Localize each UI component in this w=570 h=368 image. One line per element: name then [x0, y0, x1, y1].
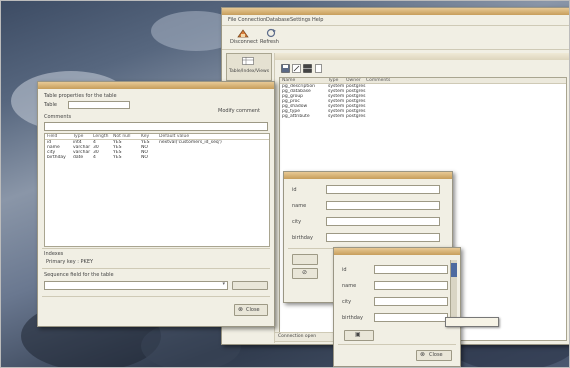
scrollbar-thumb[interactable] [451, 263, 457, 277]
record1-label-id: id [292, 187, 297, 193]
record2-separator [338, 344, 456, 345]
status-text: Connection open [278, 334, 317, 339]
table-icon [242, 57, 254, 65]
sequence-separator [42, 268, 270, 269]
indexes-label: Indexes [44, 251, 64, 257]
side-tab-label: Table/Index/Views [229, 69, 270, 74]
record-dialog-2: id name city birthday ▣ ⊗ Close [333, 247, 461, 367]
disconnect-button[interactable]: Disconnect [230, 27, 258, 47]
menu-connection[interactable]: Connection [238, 17, 266, 23]
modify-comment-button[interactable]: Modify comment [218, 108, 260, 114]
menu-settings[interactable]: Settings [290, 17, 311, 23]
record1-label-city: city [292, 219, 302, 225]
refresh-label: Refresh [260, 39, 279, 45]
record2-close-button[interactable]: ⊗ Close [416, 350, 452, 361]
footer-separator [42, 296, 270, 297]
close-label: Close [246, 307, 260, 313]
record2-label-city: city [342, 299, 352, 305]
content-titlebar [275, 53, 569, 60]
content-toolbar [281, 63, 361, 75]
close-icon: ⊗ [420, 351, 426, 358]
toolbar-separator [222, 49, 569, 50]
desktop: File Connection Database Settings Help D… [0, 0, 570, 368]
col-not-null[interactable]: Not null [113, 134, 141, 139]
save-icon[interactable] [281, 64, 290, 73]
col-length[interactable]: Length [93, 134, 113, 139]
col-field[interactable]: Field [45, 134, 73, 139]
record2-label-name: name [342, 283, 357, 289]
table-name-label: Table [44, 102, 57, 108]
menu-help[interactable]: Help [312, 17, 323, 23]
record2-field-birthday[interactable] [374, 313, 448, 322]
table-row[interactable]: pg_attribute system postgres [280, 114, 566, 119]
disconnect-icon [237, 29, 249, 38]
document-icon[interactable] [314, 64, 323, 73]
table-dialog-heading: Table properties for the table [44, 93, 117, 99]
record1-field-name[interactable] [326, 201, 440, 210]
col-key[interactable]: Key [141, 134, 159, 139]
sequence-select[interactable]: ▾ [44, 281, 228, 290]
record2-scrollbar[interactable] [450, 260, 457, 322]
chevron-down-icon: ▾ [222, 281, 225, 287]
sequence-label: Sequence field for the table [44, 272, 114, 278]
record1-label-name: name [292, 203, 307, 209]
record2-field-id[interactable] [374, 265, 448, 274]
record-dialog-1-titlebar[interactable] [284, 172, 452, 179]
primary-key-text: Primary key : PKEY [46, 259, 94, 265]
table-row[interactable]: birthday date 4 YES NO [45, 155, 269, 160]
record1-field-id[interactable] [326, 185, 440, 194]
menu-database[interactable]: Database [266, 17, 290, 23]
col-name[interactable]: Name [280, 78, 328, 83]
grid-icon[interactable] [303, 64, 312, 73]
col-owner[interactable]: Owner [346, 78, 366, 83]
cancel-icon: ⊘ [302, 269, 308, 276]
table-name-field[interactable] [68, 101, 130, 109]
comments-label: Comments [44, 114, 72, 120]
record1-cancel-button[interactable]: ⊘ [292, 268, 318, 279]
menu-separator [222, 25, 569, 26]
col-type[interactable]: Type [328, 78, 346, 83]
comments-field[interactable] [44, 122, 268, 131]
ok-icon: ▣ [355, 331, 361, 338]
col-comments[interactable]: Comments [366, 78, 406, 83]
record2-field-city[interactable] [374, 297, 448, 306]
refresh-icon [266, 28, 276, 38]
col-type[interactable]: Type [73, 134, 93, 139]
record2-field-name[interactable] [374, 281, 448, 290]
record1-label-birthday: birthday [292, 235, 313, 241]
record2-ok-button[interactable]: ▣ [344, 330, 374, 341]
record2-label-birthday: birthday [342, 315, 363, 321]
record2-close-label: Close [429, 352, 443, 358]
close-icon: ⊗ [238, 306, 244, 313]
record1-field-city[interactable] [326, 217, 440, 226]
close-button[interactable]: ⊗ Close [234, 304, 268, 316]
tooltip-popup [445, 317, 499, 327]
table-properties-dialog: Table properties for the table Table Mod… [37, 81, 275, 327]
disconnect-label: Disconnect [230, 39, 258, 45]
edit-icon[interactable] [292, 64, 301, 73]
fields-table[interactable]: Field Type Length Not null Key Default v… [44, 133, 270, 247]
record1-ok-button[interactable] [292, 254, 318, 265]
table-dialog-titlebar[interactable] [38, 82, 274, 89]
col-default[interactable]: Default value [159, 134, 239, 139]
side-tab-tables[interactable]: Table/Index/Views [226, 53, 272, 81]
menu-file[interactable]: File [228, 17, 236, 23]
indexes-separator [42, 248, 270, 249]
record2-label-id: id [342, 267, 347, 273]
record-dialog-2-titlebar[interactable] [334, 248, 460, 255]
main-titlebar[interactable] [222, 8, 569, 15]
sequence-button[interactable] [232, 281, 268, 290]
record1-field-birthday[interactable] [326, 233, 440, 242]
menu-bar: File Connection Database Settings Help [228, 17, 558, 24]
refresh-button[interactable]: Refresh [258, 27, 284, 47]
